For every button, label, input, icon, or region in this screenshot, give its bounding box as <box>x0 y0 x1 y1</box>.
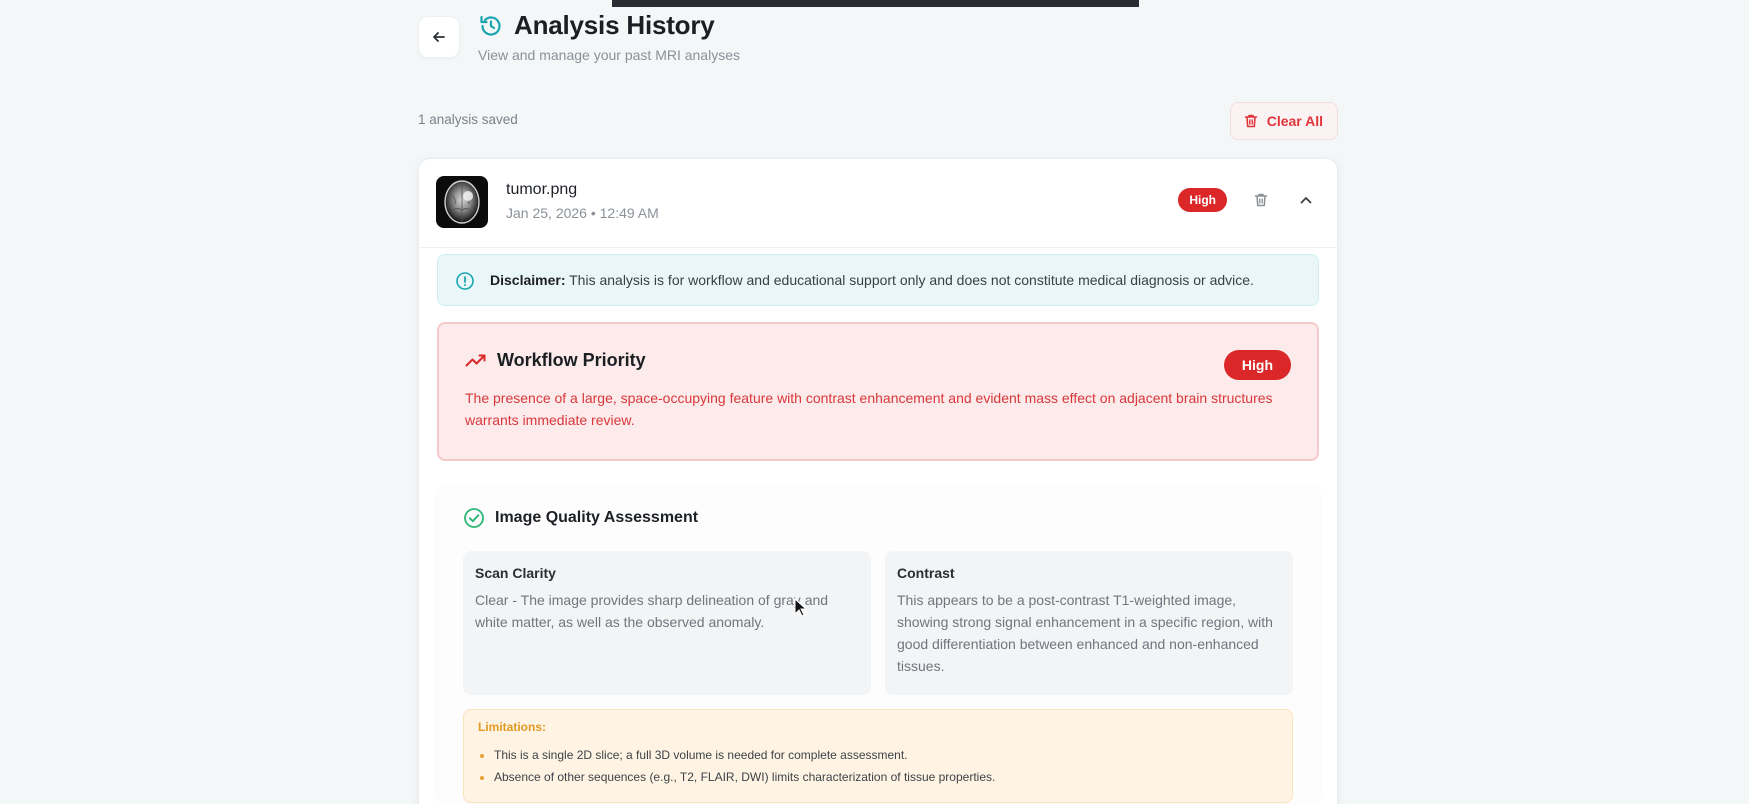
limitations-list: This is a single 2D slice; a full 3D vol… <box>478 744 1278 788</box>
trash-icon <box>1254 193 1268 207</box>
page-subtitle: View and manage your past MRI analyses <box>478 47 740 63</box>
workflow-priority-panel: Workflow Priority High The presence of a… <box>437 322 1319 461</box>
scan-clarity-title: Scan Clarity <box>475 565 556 581</box>
back-button[interactable] <box>418 16 460 58</box>
analysis-date: Jan 25, 2026 • 12:49 AM <box>506 205 659 221</box>
limitation-item: Absence of other sequences (e.g., T2, FL… <box>478 766 1278 788</box>
image-quality-grid: Scan Clarity Clear - The image provides … <box>463 551 1293 695</box>
contrast-card: Contrast This appears to be a post-contr… <box>885 551 1293 695</box>
analysis-card: tumor.png Jan 25, 2026 • 12:49 AM High D… <box>418 158 1338 804</box>
check-circle-icon <box>464 508 484 528</box>
clear-all-label: Clear All <box>1266 113 1323 129</box>
history-icon <box>478 13 504 39</box>
page-title: Analysis History <box>514 10 715 40</box>
workflow-priority-header: Workflow Priority <box>465 350 1291 371</box>
analysis-history-page: Analysis History View and manage your pa… <box>418 0 1338 804</box>
chevron-up-icon <box>1300 197 1312 204</box>
history-toolbar: 1 analysis saved Clear All <box>418 102 1338 158</box>
trending-up-icon <box>465 354 486 366</box>
limitations-box: Limitations: This is a single 2D slice; … <box>463 709 1293 803</box>
collapse-button[interactable] <box>1295 189 1317 211</box>
workflow-priority-title: Workflow Priority <box>497 350 646 370</box>
analysis-card-header[interactable]: tumor.png Jan 25, 2026 • 12:49 AM High <box>419 159 1337 248</box>
title-row: Analysis History <box>478 10 740 41</box>
arrow-left-icon <box>433 32 445 42</box>
workflow-priority-badge: High <box>1223 350 1291 380</box>
mri-thumbnail <box>436 176 488 228</box>
delete-analysis-button[interactable] <box>1250 189 1272 211</box>
scan-clarity-card: Scan Clarity Clear - The image provides … <box>463 551 871 695</box>
clear-all-button[interactable]: Clear All <box>1229 102 1338 140</box>
image-quality-section: Image Quality Assessment Scan Clarity Cl… <box>437 485 1319 803</box>
disclaimer-text: This analysis is for workflow and educat… <box>565 272 1254 288</box>
image-quality-title: Image Quality Assessment <box>495 509 699 526</box>
title-block: Analysis History View and manage your pa… <box>478 10 740 63</box>
priority-badge: High <box>1178 188 1227 212</box>
limitation-item: This is a single 2D slice; a full 3D vol… <box>478 744 1278 766</box>
workflow-priority-text: The presence of a large, space-occupying… <box>465 390 1273 428</box>
mouse-cursor-icon <box>794 598 808 617</box>
disclaimer-label: Disclaimer: <box>490 272 566 288</box>
saved-count: 1 analysis saved <box>418 112 518 127</box>
file-name: tumor.png <box>506 181 578 198</box>
page-header: Analysis History View and manage your pa… <box>418 0 1338 80</box>
trash-icon <box>1244 114 1258 128</box>
limitations-title: Limitations: <box>478 720 546 734</box>
contrast-title: Contrast <box>897 565 955 581</box>
disclaimer-box: Disclaimer: This analysis is for workflo… <box>437 254 1319 306</box>
image-quality-header: Image Quality Assessment <box>463 507 1293 529</box>
contrast-text: This appears to be a post-contrast T1-we… <box>897 592 1273 674</box>
info-icon <box>456 272 474 290</box>
